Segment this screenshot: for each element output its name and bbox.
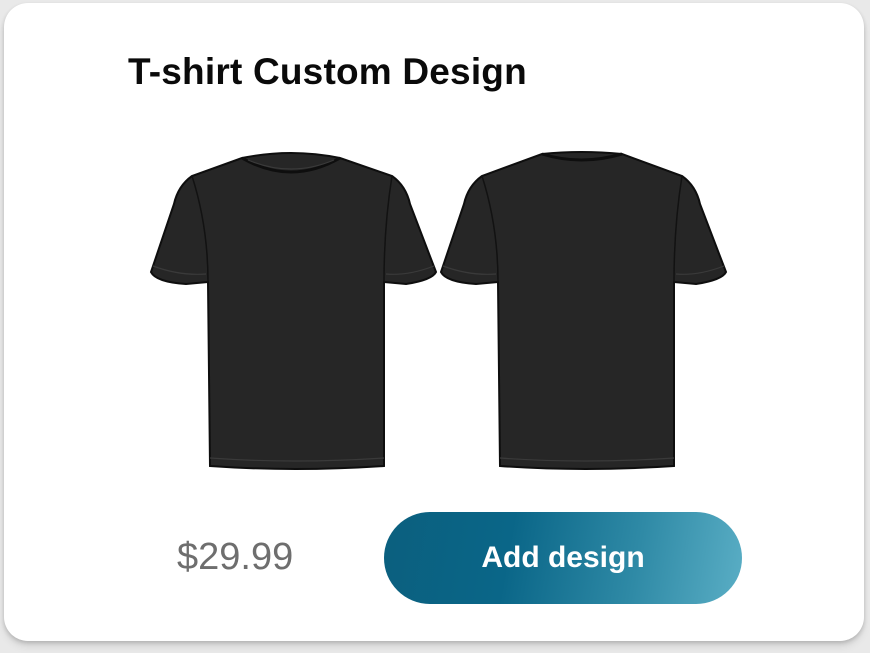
card-title: T-shirt Custom Design [128,51,527,92]
price-label: $29.99 [177,536,294,578]
add-design-button[interactable]: Add design [384,512,742,604]
product-card: T-shirt Custom Design $29.99 Add design [4,3,864,641]
tshirt-back-image [439,151,728,470]
tshirt-front-icon [149,152,438,470]
tshirt-front-image [149,152,438,470]
tshirt-back-icon [439,151,728,470]
